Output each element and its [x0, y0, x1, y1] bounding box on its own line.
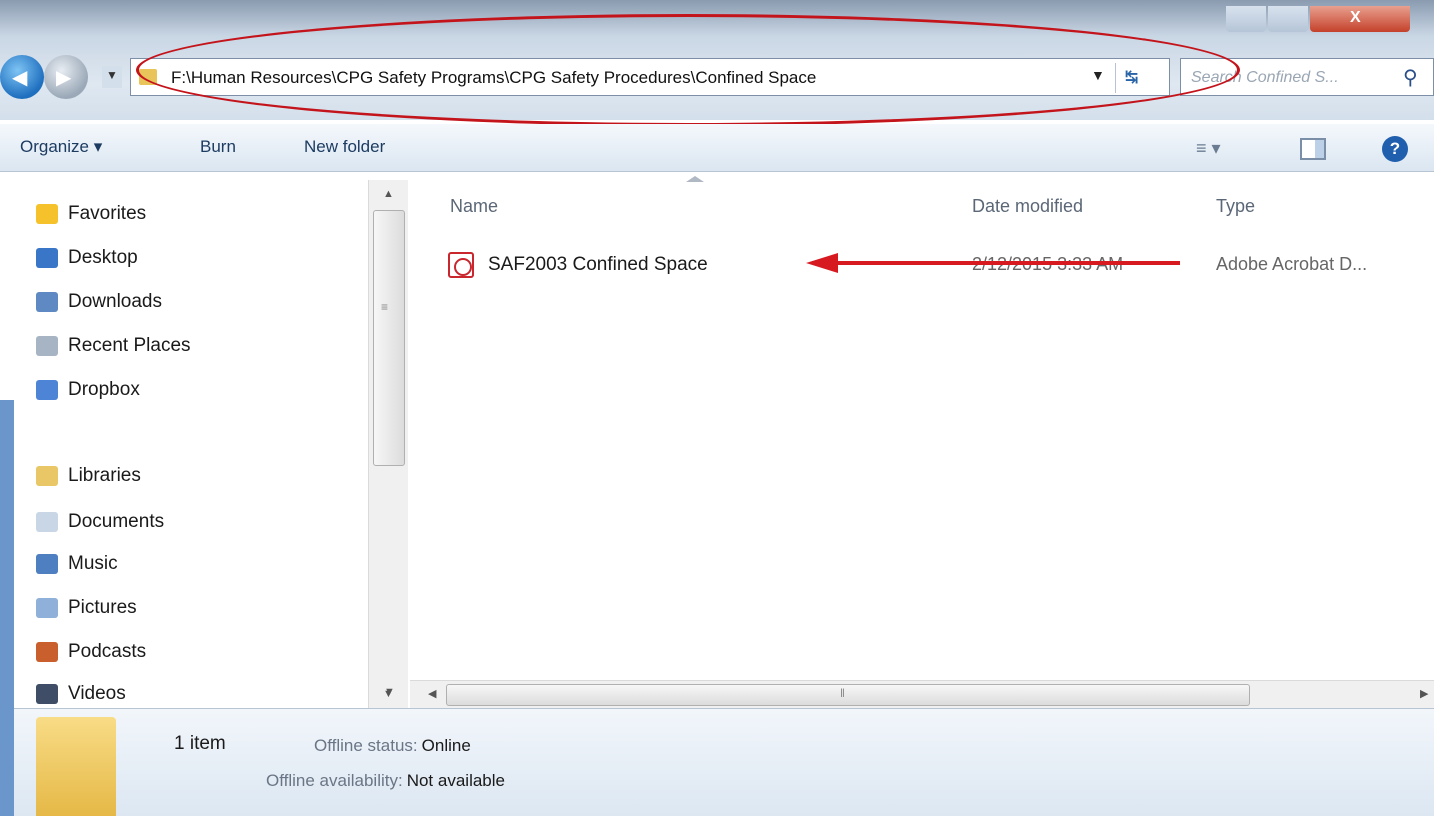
- file-list: Name Date modified Type SAF2003 Confined…: [410, 172, 1434, 680]
- forward-arrow-icon: ▶: [56, 67, 72, 89]
- slide-accent-strip: [0, 400, 14, 816]
- desktop-icon: [36, 248, 58, 268]
- preview-pane-icon[interactable]: [1300, 138, 1326, 160]
- offline-availability: Offline availability: Not available: [266, 771, 505, 791]
- file-list-horizontal-scrollbar[interactable]: ◀ ‖ ▶: [410, 680, 1434, 708]
- sidebar-item-label: Pictures: [68, 597, 137, 618]
- sidebar-item-label: Music: [68, 553, 118, 574]
- sidebar-item-label: Videos: [68, 683, 126, 704]
- sort-indicator-icon: [686, 176, 704, 182]
- scrollbar-grip-icon: ‖: [840, 686, 845, 700]
- search-icon[interactable]: ⚲: [1403, 65, 1418, 90]
- sidebar-item-label: Podcasts: [68, 641, 147, 662]
- pictures-icon: [36, 598, 58, 618]
- table-row[interactable]: SAF2003 Confined Space 2/12/2015 3:33 AM…: [440, 248, 1430, 284]
- file-name[interactable]: SAF2003 Confined Space: [488, 254, 708, 276]
- sidebar-item-dropbox[interactable]: Dropbox: [36, 376, 140, 404]
- sidebar-item-documents[interactable]: Documents: [36, 508, 164, 536]
- dropbox-icon: [36, 380, 58, 400]
- documents-icon: [36, 512, 58, 532]
- recent-places-icon: [36, 336, 58, 356]
- close-icon: X: [1350, 9, 1361, 26]
- pdf-file-icon: [448, 252, 474, 278]
- forward-button[interactable]: ▶: [44, 55, 88, 99]
- back-button[interactable]: ◀: [0, 55, 44, 99]
- new-folder-button[interactable]: New folder: [304, 137, 385, 157]
- offline-availability-value: Not available: [406, 771, 505, 790]
- scrollbar-thumb[interactable]: [373, 210, 405, 466]
- close-button[interactable]: X: [1310, 6, 1410, 32]
- recent-pages-button[interactable]: ▼: [102, 66, 122, 88]
- views-icon[interactable]: ≡ ▾: [1196, 138, 1221, 159]
- chevron-down-icon: ▼: [106, 68, 118, 82]
- sidebar-item-favorites[interactable]: Favorites: [36, 200, 146, 228]
- organize-button[interactable]: Organize ▾: [20, 137, 102, 157]
- offline-status-label: Offline status:: [314, 736, 418, 755]
- sidebar-item-label: Downloads: [68, 291, 162, 312]
- maximize-button[interactable]: [1268, 6, 1308, 32]
- sidebar-item-downloads[interactable]: Downloads: [36, 288, 162, 316]
- nav-scroll-left-icon[interactable]: ▼: [384, 686, 395, 698]
- sidebar-item-videos[interactable]: Videos: [36, 680, 126, 708]
- music-icon: [36, 554, 58, 574]
- annotation-arrow-head: [806, 253, 838, 273]
- downloads-icon: [36, 292, 58, 312]
- column-header-type[interactable]: Type: [1216, 196, 1255, 217]
- item-count: 1 item: [174, 733, 226, 754]
- back-arrow-icon: ◀: [12, 67, 28, 89]
- scrollbar-grip-icon: ≡: [381, 300, 389, 314]
- sidebar-item-label: Desktop: [68, 247, 138, 268]
- libraries-icon: [36, 466, 58, 486]
- folder-icon: [36, 717, 116, 816]
- scroll-left-icon[interactable]: ◀: [428, 687, 436, 700]
- sidebar-item-music[interactable]: Music: [36, 550, 118, 578]
- sidebar-item-podcasts[interactable]: Podcasts: [36, 638, 146, 666]
- offline-availability-label: Offline availability:: [266, 771, 403, 790]
- details-pane: 1 item Offline status: Online Offline ava…: [14, 708, 1434, 816]
- sidebar-item-label: Libraries: [68, 465, 141, 486]
- navigation-pane: Favorites Desktop Downloads Recent Place…: [0, 172, 410, 708]
- sidebar-item-desktop[interactable]: Desktop: [36, 244, 138, 272]
- burn-button[interactable]: Burn: [200, 137, 236, 157]
- offline-status: Offline status: Online: [314, 736, 471, 756]
- sidebar-item-label: Documents: [68, 511, 165, 532]
- sidebar-item-libraries[interactable]: Libraries: [36, 462, 141, 490]
- sidebar-item-pictures[interactable]: Pictures: [36, 594, 137, 622]
- podcasts-icon: [36, 642, 58, 662]
- nav-pane-vertical-scrollbar[interactable]: ▲ ≡ ▼: [368, 180, 408, 708]
- sidebar-item-label: Favorites: [68, 203, 147, 224]
- star-icon: [36, 204, 58, 224]
- sidebar-item-recent-places[interactable]: Recent Places: [36, 332, 191, 360]
- help-icon[interactable]: ?: [1382, 136, 1408, 162]
- command-bar: Organize ▾ Burn New folder ≡ ▾ ?: [0, 124, 1434, 172]
- videos-icon: [36, 684, 58, 704]
- scroll-up-icon[interactable]: ▲: [383, 188, 394, 200]
- column-header-date-modified[interactable]: Date modified: [972, 196, 1083, 217]
- minimize-button[interactable]: [1226, 6, 1266, 32]
- annotation-arrow-shaft: [838, 261, 1180, 265]
- offline-status-value: Online: [421, 736, 471, 755]
- scroll-right-icon[interactable]: ▶: [1420, 687, 1428, 700]
- column-header-name[interactable]: Name: [450, 196, 498, 217]
- sidebar-item-label: Recent Places: [68, 335, 191, 356]
- file-type: Adobe Acrobat D...: [1216, 254, 1368, 274]
- sidebar-item-label: Dropbox: [68, 379, 140, 400]
- annotation-ellipse: [136, 14, 1240, 126]
- scrollbar-thumb[interactable]: [446, 684, 1250, 706]
